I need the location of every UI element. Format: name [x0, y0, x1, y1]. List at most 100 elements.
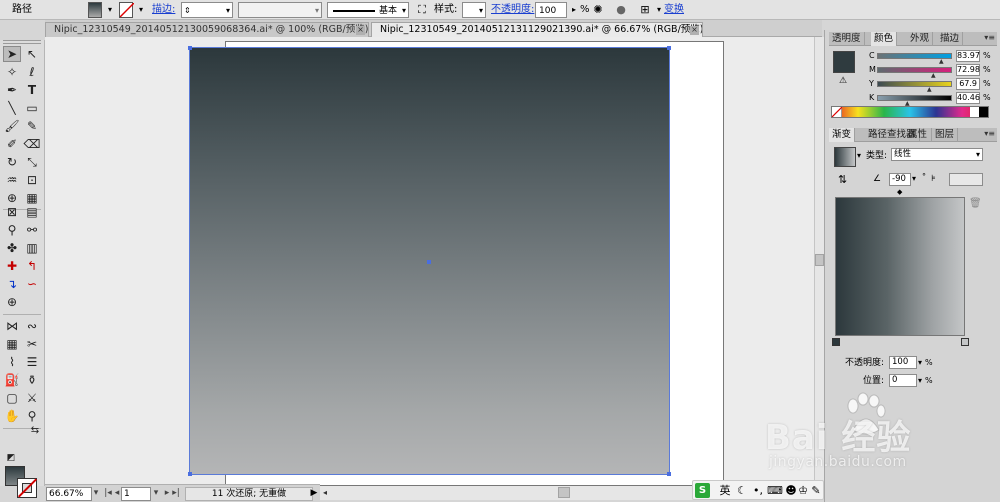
moon-icon[interactable]: ☾: [735, 483, 749, 498]
channel-slider[interactable]: [877, 81, 952, 87]
channel-value[interactable]: 67.9: [956, 78, 980, 90]
wrinkle-tool-icon[interactable]: ⌇: [3, 354, 21, 370]
document-tab[interactable]: Nipic_12310549_20140512130059068364.ai* …: [45, 22, 369, 37]
globe-icon[interactable]: ●: [613, 2, 629, 18]
artboard-number[interactable]: 1: [121, 487, 151, 501]
gradient-preview-swatch[interactable]: [834, 147, 856, 167]
crosshair-icon[interactable]: ⊕: [3, 294, 21, 310]
tab-appearance[interactable]: 外观: [907, 32, 934, 46]
panel-grip[interactable]: [3, 40, 41, 44]
delete-stop-icon[interactable]: 🗑: [969, 198, 982, 209]
wrench-icon[interactable]: ✎: [810, 483, 822, 498]
recolor-artwork-icon[interactable]: ✺: [590, 2, 606, 18]
hand-tool-icon[interactable]: ✋: [3, 408, 21, 424]
panel-menu-icon[interactable]: ▾≡: [984, 33, 995, 42]
list-tool-icon[interactable]: ☰: [23, 354, 41, 370]
live-paint-selection-icon[interactable]: ⚱: [23, 372, 41, 388]
vertical-scrollbar[interactable]: [814, 37, 824, 484]
live-paint-tool-icon[interactable]: ⛽: [3, 372, 21, 388]
yellow-slider-row[interactable]: Y ▲ 67.9 %: [869, 78, 995, 93]
paintbrush-tool-icon[interactable]: 🖌: [3, 118, 21, 134]
center-point[interactable]: [427, 260, 431, 264]
channel-value[interactable]: 40.46: [956, 92, 980, 104]
gradient-stop-end[interactable]: [961, 338, 969, 346]
knife-tool-icon[interactable]: ⚔: [23, 390, 41, 406]
color-spectrum-bar[interactable]: [831, 106, 989, 118]
stroke-swatch-control[interactable]: [119, 2, 135, 18]
channel-value[interactable]: 83.97: [956, 50, 980, 62]
twirl-tool-icon[interactable]: ∾: [23, 318, 41, 334]
zoom-tool-icon[interactable]: ⚲: [23, 408, 41, 424]
chevron-down-icon[interactable]: ▾: [918, 358, 922, 367]
default-colors-icon[interactable]: ◩: [2, 450, 20, 466]
tab-color[interactable]: 颜色: [871, 32, 898, 46]
blob-brush-tool-icon[interactable]: ✐: [3, 136, 21, 152]
magic-wand-tool-icon[interactable]: ✧: [3, 64, 21, 80]
type-tool-icon[interactable]: T: [23, 82, 41, 98]
current-color-swatch[interactable]: [833, 51, 855, 73]
zoom-dropdown[interactable]: 66.67%: [46, 487, 92, 501]
path-join-icon[interactable]: ↴: [3, 276, 21, 292]
free-transform-tool-icon[interactable]: ⊡: [23, 172, 41, 188]
fill-swatch-control[interactable]: [88, 2, 102, 18]
gradient-stop-start[interactable]: [832, 338, 840, 346]
brush-definition[interactable]: 基本 ▾: [327, 2, 409, 18]
tab-layers[interactable]: 图层: [932, 128, 959, 142]
anchor-point[interactable]: [188, 46, 192, 50]
angle-dropdown-icon[interactable]: ▾: [912, 174, 916, 183]
magenta-slider-row[interactable]: M ▲ 72.98 %: [869, 64, 995, 79]
blend-tool-icon[interactable]: ⚯: [23, 222, 41, 238]
gradient-slider[interactable]: [835, 197, 965, 336]
artboard-tool-icon[interactable]: ▢: [3, 390, 21, 406]
mesh-tool-icon[interactable]: ⊠: [3, 204, 21, 220]
user-icon[interactable]: ☻: [785, 483, 797, 498]
selection-tool-icon[interactable]: ➤: [3, 46, 21, 62]
stroke-link[interactable]: 描边:: [152, 2, 175, 18]
chevron-down-icon[interactable]: ▾: [91, 487, 101, 501]
white-black-swatches[interactable]: [970, 107, 988, 117]
undo-status[interactable]: 11 次还原; 无重做: [185, 487, 313, 501]
chevron-down-icon[interactable]: ▾: [857, 151, 861, 160]
scale-tool-icon[interactable]: ⤡: [23, 154, 41, 170]
shirt-icon[interactable]: ♔: [797, 483, 809, 498]
document-setup-icon[interactable]: ⛶: [414, 2, 430, 18]
add-anchor-point-icon[interactable]: ✚: [3, 258, 21, 274]
scissors-tool-icon[interactable]: ✂: [23, 336, 41, 352]
chevron-down-icon[interactable]: ▾: [918, 376, 922, 385]
last-artboard-icon[interactable]: ▸|: [171, 487, 181, 501]
pencil-tool-icon[interactable]: ✎: [23, 118, 41, 134]
status-menu-icon[interactable]: ▶: [309, 487, 319, 501]
tab-attributes[interactable]: 属性: [905, 128, 932, 142]
opacity-input[interactable]: 100: [535, 2, 567, 18]
document-tab-active[interactable]: Nipic_12310549_20140512131129021390.ai* …: [371, 22, 703, 37]
keyboard-icon[interactable]: ⌨: [767, 483, 783, 498]
channel-slider[interactable]: [877, 95, 952, 101]
tab-stroke[interactable]: 描边: [937, 32, 964, 46]
scroll-left-icon[interactable]: ◂: [320, 486, 330, 500]
rectangle-tool-icon[interactable]: ▭: [23, 100, 41, 116]
cyan-slider-row[interactable]: C ▲ 83.97 %: [869, 50, 995, 65]
warp-tool-icon[interactable]: ♒: [3, 172, 21, 188]
none-color-swatch[interactable]: [831, 106, 843, 118]
ime-language-toggle[interactable]: 英: [717, 483, 733, 498]
opacity-link[interactable]: 不透明度:: [491, 2, 534, 18]
stroke-color-swatch[interactable]: [17, 478, 37, 498]
width-tool-icon[interactable]: ⋈: [3, 318, 21, 334]
eraser-tool-icon[interactable]: ⌫: [23, 136, 41, 152]
chevron-down-icon[interactable]: ▾: [151, 487, 161, 501]
slice-tool-icon[interactable]: ▦: [3, 336, 21, 352]
tab-gradient[interactable]: 渐变: [829, 128, 856, 142]
scrollbar-thumb[interactable]: [558, 487, 570, 498]
lasso-tool-icon[interactable]: ℓ: [23, 64, 41, 80]
convert-anchor-point-icon[interactable]: ↰: [23, 258, 41, 274]
sogou-logo-icon[interactable]: S: [695, 483, 710, 498]
direct-selection-tool-icon[interactable]: ↖: [23, 46, 41, 62]
panel-menu-icon[interactable]: ▾≡: [984, 129, 995, 138]
punctuation-icon[interactable]: •,: [751, 483, 765, 498]
reverse-gradient-icon[interactable]: ⇅: [838, 173, 847, 186]
anchor-point[interactable]: [667, 46, 671, 50]
line-tool-icon[interactable]: ╲: [3, 100, 21, 116]
stop-opacity-input[interactable]: 100: [889, 356, 917, 369]
stop-location-input[interactable]: 0: [889, 374, 917, 387]
gradient-type-dropdown[interactable]: 线性 ▾: [891, 148, 983, 161]
